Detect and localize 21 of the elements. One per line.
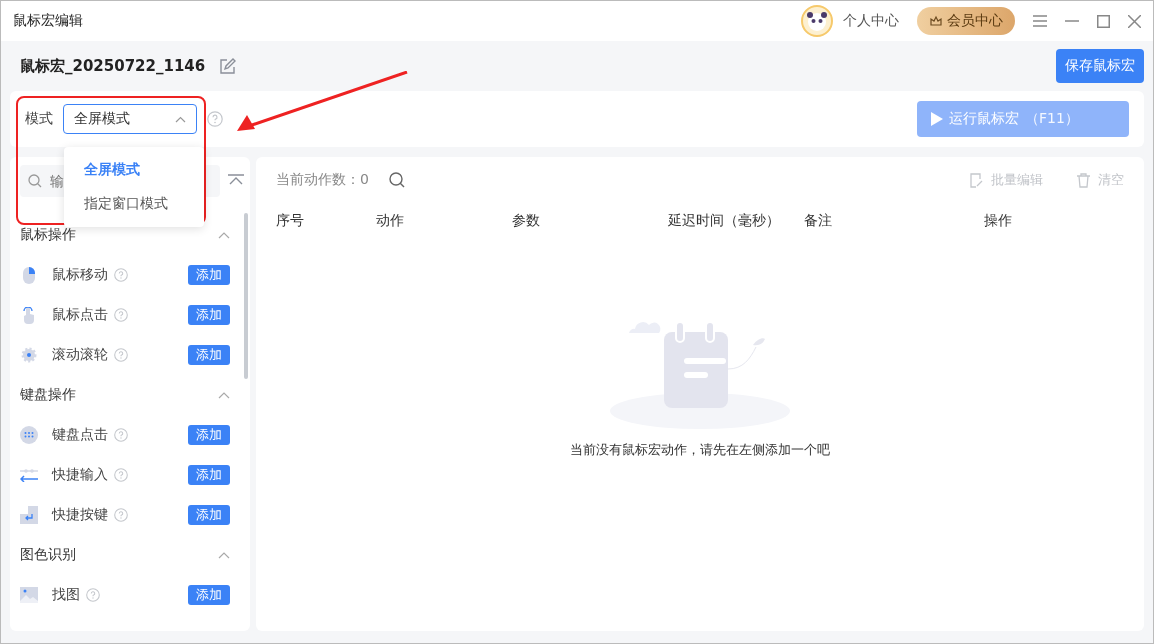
macro-name: 鼠标宏_20250722_1146 [20,56,206,76]
action-label: 键盘点击 [52,426,108,444]
action-label: 滚动滚轮 [52,346,108,364]
action-count: 当前动作数：0 [276,171,369,189]
column-header: 延迟时间（毫秒） [668,212,781,230]
action-label: 找图 [52,586,80,604]
action-label: 快捷输入 [52,466,108,484]
column-header: 序号 [276,212,305,230]
group-title: 图色识别 [20,546,76,564]
mode-label: 模式 [25,110,53,128]
column-header: 动作 [376,212,405,230]
group-title: 键盘操作 [20,386,76,404]
empty-message: 当前没有鼠标宏动作，请先在左侧添加一个吧 [570,441,830,459]
action-label: 鼠标点击 [52,306,108,324]
column-header: 备注 [804,212,833,230]
column-header: 参数 [512,212,541,230]
action-label: 鼠标移动 [52,266,108,284]
group-title: 鼠标操作 [20,226,76,244]
action-label: 快捷按键 [52,506,108,524]
column-header: 操作 [984,212,1013,230]
window-title: 鼠标宏编辑 [13,12,83,30]
